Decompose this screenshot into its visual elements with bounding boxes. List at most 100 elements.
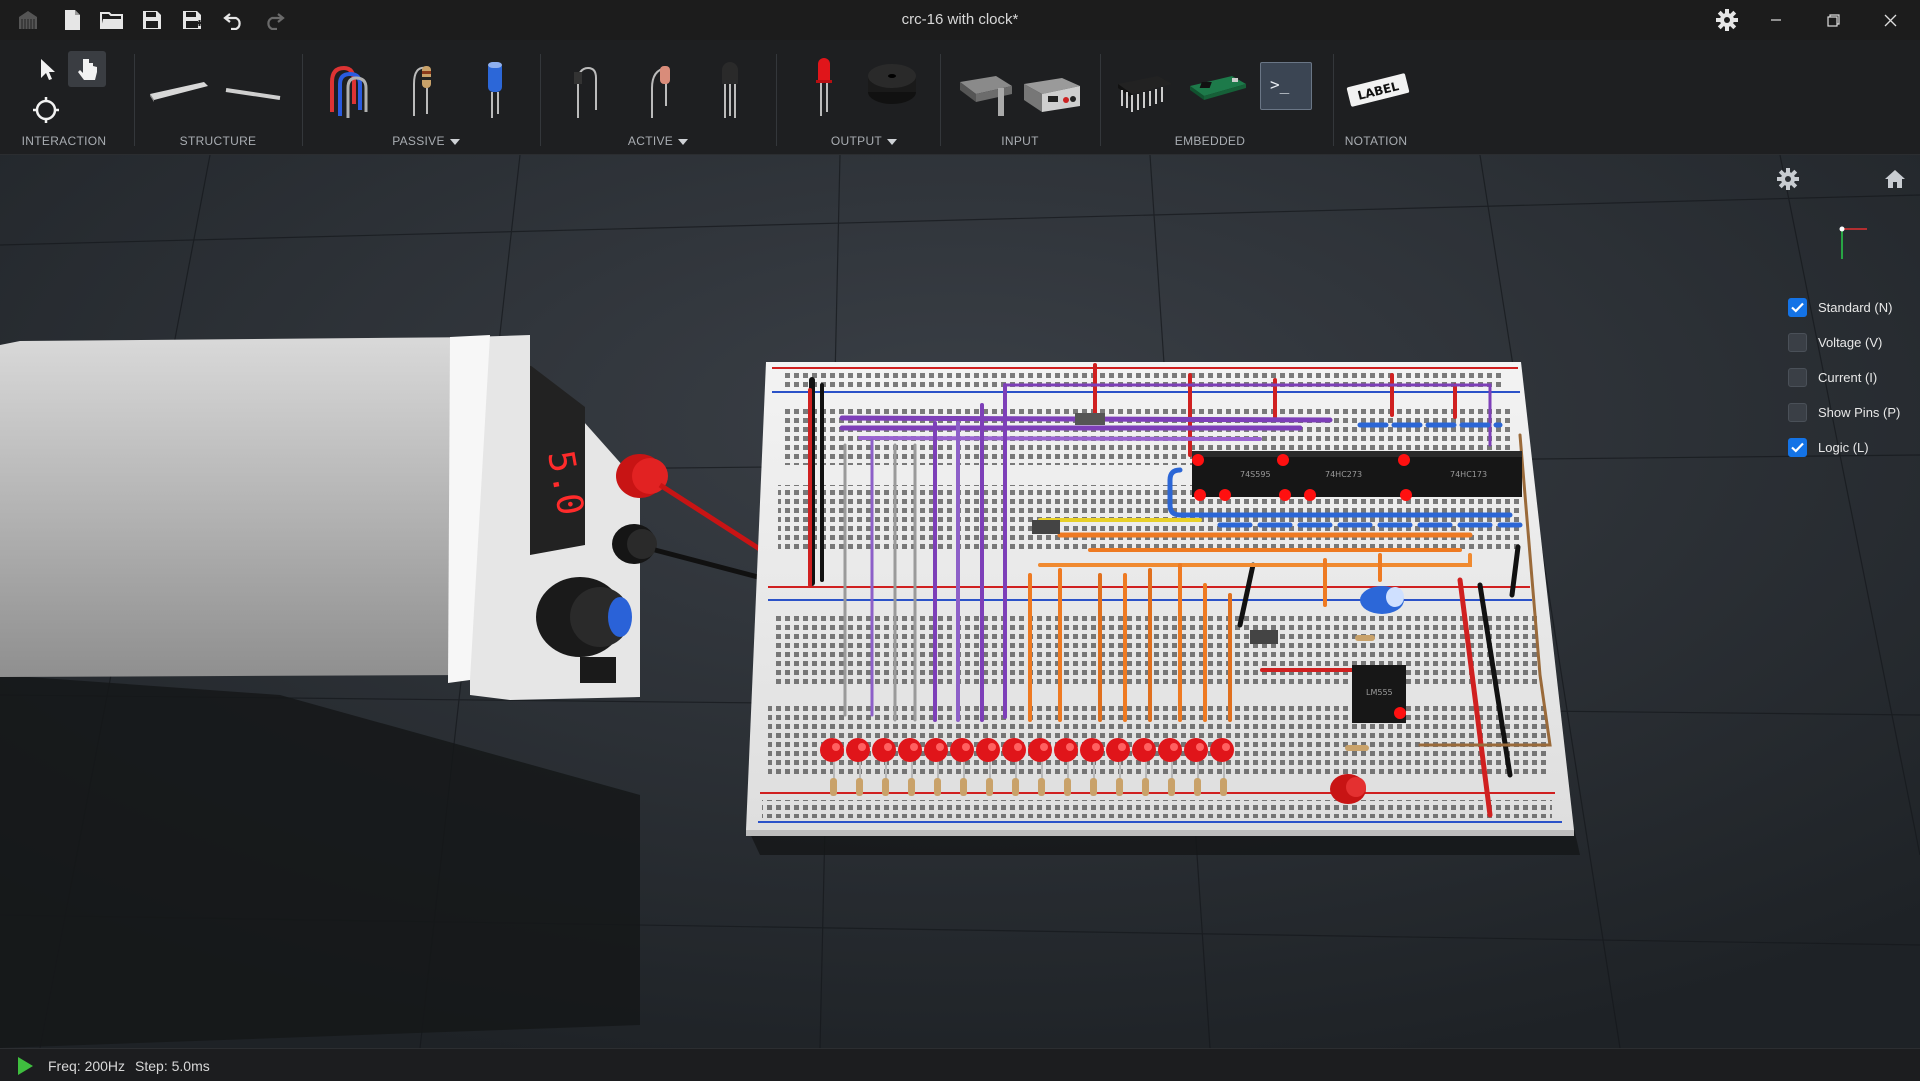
divider <box>302 54 303 146</box>
led-highlight <box>910 743 918 751</box>
group-label-output[interactable]: OUTPUT <box>814 134 914 148</box>
undo-icon[interactable] <box>220 6 248 34</box>
new-file-icon[interactable] <box>58 6 86 34</box>
led <box>846 738 870 762</box>
restore-icon[interactable] <box>1805 0 1861 40</box>
breadboard[interactable] <box>746 362 1574 836</box>
switch-tool[interactable] <box>956 54 1016 126</box>
microcontroller-tool[interactable] <box>1188 54 1248 126</box>
select-pointer-icon[interactable] <box>32 54 62 84</box>
led-highlight <box>1092 743 1100 751</box>
minimize-icon[interactable] <box>1748 0 1804 40</box>
led-tool[interactable] <box>794 54 854 126</box>
orbit-icon[interactable] <box>31 95 61 125</box>
led <box>950 738 974 762</box>
capacitor-tool[interactable] <box>466 54 526 126</box>
led <box>1002 738 1026 762</box>
title-bar: crc-16 with clock* <box>0 0 1920 41</box>
frequency-readout: Freq: 200Hz <box>48 1058 126 1074</box>
voltage-checkbox[interactable] <box>1788 333 1807 352</box>
option-logic[interactable]: Logic (L) <box>1788 430 1918 465</box>
current-checkbox[interactable] <box>1788 368 1807 387</box>
divider <box>1333 54 1334 146</box>
home-view-icon[interactable] <box>1879 163 1911 195</box>
led <box>976 738 1000 762</box>
gear-icon[interactable] <box>1713 6 1741 34</box>
hand-pointer-icon[interactable] <box>68 51 106 87</box>
divider <box>540 54 541 146</box>
led <box>1210 738 1234 762</box>
led-highlight <box>858 743 866 751</box>
option-label: Show Pins (P) <box>1818 405 1901 420</box>
ic-chip-tool[interactable] <box>1114 54 1174 126</box>
option-voltage[interactable]: Voltage (V) <box>1788 325 1918 360</box>
standard-checkbox[interactable] <box>1788 298 1807 317</box>
timer-chip-label: LM555 <box>1366 688 1393 697</box>
save-as-icon[interactable] <box>179 6 207 34</box>
led <box>898 738 922 762</box>
chevron-down-icon <box>449 138 460 145</box>
led <box>1132 738 1156 762</box>
show-pins-checkbox[interactable] <box>1788 403 1807 422</box>
led-resistor <box>1142 778 1149 796</box>
option-show-pins[interactable]: Show Pins (P) <box>1788 395 1918 430</box>
led-resistor <box>1064 778 1071 796</box>
jumper-wire-tool[interactable] <box>322 54 382 126</box>
led-resistor <box>986 778 993 796</box>
option-label: Current (I) <box>1818 370 1878 385</box>
led-resistor <box>1168 778 1175 796</box>
step-readout: Step: 5.0ms <box>135 1058 210 1074</box>
axis-gizmo-icon[interactable] <box>1835 225 1885 275</box>
led-highlight <box>1066 743 1074 751</box>
led-highlight <box>988 743 996 751</box>
play-icon[interactable] <box>18 1057 33 1075</box>
power-supply-tool[interactable] <box>1022 54 1082 126</box>
resistor-tool[interactable] <box>392 54 452 126</box>
led <box>1054 738 1078 762</box>
transistor-tool[interactable] <box>700 54 760 126</box>
led-resistor <box>934 778 941 796</box>
window-title: crc-16 with clock* <box>901 11 1019 28</box>
label-tool[interactable]: LABEL <box>1346 54 1410 126</box>
led-resistor-tool[interactable] <box>630 54 690 126</box>
led-resistor <box>830 778 837 796</box>
led-resistor <box>1194 778 1201 796</box>
led-highlight <box>1118 743 1126 751</box>
wire-tool[interactable] <box>222 54 282 126</box>
terminal-tool[interactable]: >_ <box>1260 62 1312 110</box>
chip-label-1: 74S595 <box>1240 470 1271 479</box>
close-icon[interactable] <box>1862 0 1918 40</box>
save-icon[interactable] <box>138 6 166 34</box>
led <box>1080 738 1104 762</box>
3d-viewport[interactable]: 5.0 74S595 74HC273 74HC173 LM555 <box>0 155 1920 1048</box>
viewport-settings-gear-icon[interactable] <box>1772 163 1804 195</box>
buzzer-tool[interactable] <box>862 54 922 126</box>
led-resistor <box>1220 778 1227 796</box>
group-label-structure: STRUCTURE <box>179 134 257 148</box>
led-highlight <box>832 743 840 751</box>
led-resistor <box>908 778 915 796</box>
led-resistor <box>1116 778 1123 796</box>
chip-label-3: 74HC173 <box>1450 470 1487 479</box>
led-resistor <box>856 778 863 796</box>
simulation-status: Freq: 200Hz Step: 5.0ms <box>48 1058 220 1074</box>
group-label-passive[interactable]: PASSIVE <box>376 134 476 148</box>
led <box>1158 738 1182 762</box>
checkmark-icon <box>1791 442 1804 453</box>
led-highlight <box>1222 743 1230 751</box>
circuit-scene: 5.0 74S595 74HC273 74HC173 LM555 <box>0 155 1920 1048</box>
redo-icon[interactable] <box>260 6 288 34</box>
led <box>1106 738 1130 762</box>
led-highlight <box>1196 743 1204 751</box>
group-label-active[interactable]: ACTIVE <box>608 134 708 148</box>
option-standard[interactable]: Standard (N) <box>1788 290 1918 325</box>
option-current[interactable]: Current (I) <box>1788 360 1918 395</box>
group-label-notation: NOTATION <box>1344 134 1408 148</box>
led <box>872 738 896 762</box>
logic-checkbox[interactable] <box>1788 438 1807 457</box>
open-folder-icon[interactable] <box>98 6 126 34</box>
checkmark-icon <box>1791 302 1804 313</box>
breadboard-tool[interactable] <box>148 54 208 126</box>
diode-tool[interactable] <box>556 54 616 126</box>
divider <box>134 54 135 146</box>
